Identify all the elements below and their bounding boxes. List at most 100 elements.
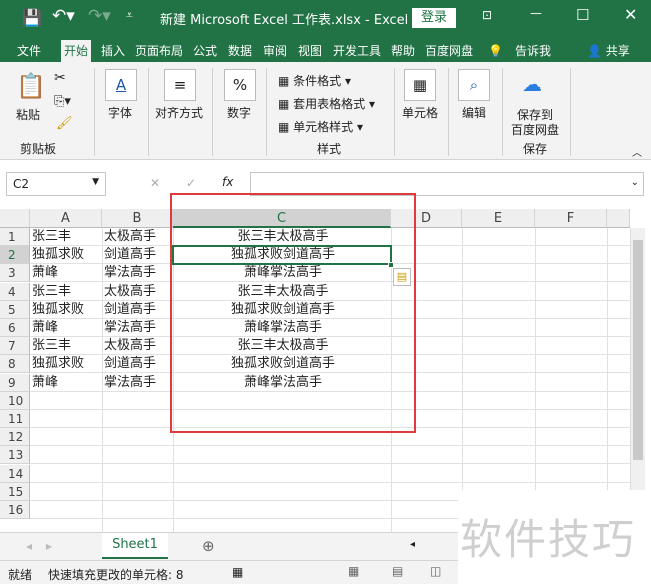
conditional-format-button[interactable]: ▦ 条件格式 ▾ [278,72,351,89]
tab-formulas[interactable]: 公式 [190,40,220,62]
cell[interactable]: 张三丰 [30,337,102,355]
status-flash-fill: 快速填充更改的单元格: 8 [48,568,184,582]
row-header[interactable]: 13 [0,446,30,465]
cell[interactable]: 张三丰 [30,228,102,246]
column-header[interactable]: A [30,209,102,228]
cell[interactable]: 剑道高手 [102,246,173,264]
paste-button[interactable]: 粘贴 [16,106,40,123]
cells-button[interactable]: 单元格 [402,104,438,121]
cell[interactable]: 掌法高手 [102,374,173,392]
row-header[interactable]: 11 [0,410,30,428]
cell[interactable]: 掌法高手 [102,319,173,337]
name-box[interactable]: C2 ▼ [6,172,106,196]
close-icon[interactable]: ✕ [624,5,637,24]
row-header[interactable]: 8 [0,355,30,374]
insert-function-button[interactable]: fx [222,175,233,189]
row-header[interactable]: 12 [0,428,30,447]
lightbulb-icon: 💡 [488,44,503,58]
font-button[interactable]: 字体 [108,104,132,121]
ribbon-display-icon[interactable]: ⊡ [482,8,492,22]
vertical-scrollbar[interactable] [630,228,645,532]
row-header[interactable]: 7 [0,337,30,356]
cell[interactable]: 独孤求败 [30,301,102,319]
tab-home[interactable]: 开始 [61,40,92,62]
tab-baidu[interactable]: 百度网盘 [422,40,476,62]
paste-icon[interactable]: 📋 [16,72,46,100]
normal-view-icon[interactable]: ▦ [348,564,359,578]
minimize-icon[interactable]: — [530,6,542,20]
login-button[interactable]: 登录 [412,8,456,28]
tell-me[interactable]: 告诉我 [512,40,554,62]
page-layout-view-icon[interactable]: ▤ [392,564,403,578]
row-header[interactable]: 14 [0,464,30,483]
column-header[interactable]: E [462,209,535,228]
row-header[interactable]: 16 [0,501,30,519]
row-header[interactable]: 3 [0,264,30,283]
row-header[interactable]: 6 [0,319,30,337]
maximize-icon[interactable]: ☐ [576,6,589,24]
font-icon[interactable]: A [105,69,137,101]
cancel-icon[interactable]: ✕ [150,176,160,190]
row-header[interactable]: 10 [0,391,30,410]
cell[interactable]: 萧峰 [30,264,102,282]
format-as-table-button[interactable]: ▦ 套用表格格式 ▾ [278,95,375,112]
cell[interactable]: 萧峰 [30,319,102,337]
cell[interactable]: 张三丰 [30,283,102,301]
tab-developer[interactable]: 开发工具 [330,40,384,62]
column-header[interactable]: F [535,209,607,228]
search-icon[interactable]: ⌕ [458,69,490,101]
tab-view[interactable]: 视图 [295,40,325,62]
baidu-cloud-icon[interactable]: ☁ [522,72,542,96]
row-header[interactable]: 4 [0,282,30,301]
h-scroll-left-icon[interactable]: ◂ [410,539,415,550]
row-header[interactable]: 15 [0,482,30,501]
row-header[interactable]: 1 [0,228,30,246]
cell[interactable]: 剑道高手 [102,355,173,373]
macro-record-icon[interactable]: ▦ [232,565,243,579]
row-header[interactable]: 9 [0,373,30,392]
align-icon[interactable]: ≡ [164,69,196,101]
enter-icon[interactable]: ✓ [186,176,196,190]
baidu-label[interactable]: 百度网盘 [511,121,559,138]
undo-icon[interactable]: ↶▾ [52,6,75,26]
collapse-ribbon-icon[interactable]: ︿ [632,144,642,159]
save-icon[interactable]: 💾 [22,8,42,27]
cell-styles-button[interactable]: ▦ 单元格样式 ▾ [278,118,363,135]
cell[interactable]: 太极高手 [102,228,173,246]
customize-qat-icon[interactable]: ⩡ [126,8,133,23]
watermark-text: 软件技巧 [460,515,637,564]
tab-data[interactable]: 数据 [225,40,255,62]
cell[interactable]: 剑道高手 [102,301,173,319]
cell[interactable]: 独孤求败 [30,355,102,373]
redo-icon[interactable]: ↷▾ [88,6,111,26]
tab-file[interactable]: 文件 [14,40,44,62]
column-header[interactable]: B [102,209,173,228]
cell[interactable]: 掌法高手 [102,264,173,282]
edit-button[interactable]: 编辑 [462,104,486,121]
align-button[interactable]: 对齐方式 [155,104,203,121]
sheet-tab-sheet1[interactable]: Sheet1 [102,533,168,559]
next-sheet-icon[interactable]: ▸ [46,539,52,553]
cut-icon[interactable]: ✂ [54,70,66,86]
cell[interactable]: 萧峰 [30,374,102,392]
add-sheet-icon[interactable]: ⊕ [202,537,215,555]
tab-page-layout[interactable]: 页面布局 [132,40,186,62]
tab-help[interactable]: 帮助 [388,40,418,62]
copy-icon[interactable]: ⎘▾ [54,94,71,109]
scroll-thumb[interactable] [633,240,643,460]
percent-icon[interactable]: % [224,69,256,101]
tab-review[interactable]: 审阅 [260,40,290,62]
cell[interactable]: 太极高手 [102,283,173,301]
select-all[interactable] [0,209,30,228]
format-painter-icon[interactable]: 🖌 [56,116,73,131]
prev-sheet-icon[interactable]: ◂ [26,539,32,553]
number-button[interactable]: 数字 [227,104,251,121]
tab-insert[interactable]: 插入 [98,40,128,62]
page-break-view-icon[interactable]: ◫ [430,564,441,578]
share-button[interactable]: 👤 共享 [584,40,633,62]
cell[interactable]: 独孤求败 [30,246,102,264]
cells-icon[interactable]: ▦ [404,69,436,101]
row-header[interactable]: 5 [0,300,30,319]
cell[interactable]: 太极高手 [102,337,173,355]
row-header[interactable]: 2 [0,246,30,265]
